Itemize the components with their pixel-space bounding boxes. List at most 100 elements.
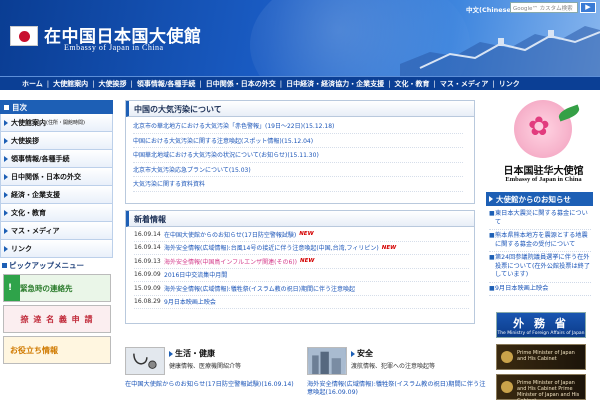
city-image xyxy=(307,347,347,375)
arrow-right-icon xyxy=(4,227,8,234)
news-date: 16.08.29 xyxy=(134,298,161,306)
sidebar-item-media[interactable]: マス・メディア xyxy=(0,222,113,240)
arrow-right-icon xyxy=(351,350,355,357)
sidebar-item-embassy-guide[interactable]: 大使館案内 (住所・開館時間) xyxy=(0,114,113,132)
news-row: 15.09.09 海外安全情報(広域情報):犠牲祭(イスラム教の祝日)期間に伴う注… xyxy=(134,282,469,296)
nav-item-economy[interactable]: 日中経済・経済協力・企業支援 xyxy=(286,79,384,89)
site-subtitle: Embassy of Japan in China xyxy=(64,43,164,52)
life-health-subtitle: 健康情報、医療機関紹介等 xyxy=(169,363,242,370)
list-item[interactable]: 中国における大気汚染に関する注意喚起(スポット情報)(15.12.04) xyxy=(133,134,463,148)
notices-list: ■ 東日本大震災に関する募金について ■ 熊本県熊本地方を震源とする地震に関する募金… xyxy=(486,206,593,296)
square-icon xyxy=(2,263,7,268)
news-row: 16.09.09 2016日中交流集中月間 xyxy=(134,269,469,282)
useful-info-banner[interactable]: お役立ち情報 xyxy=(3,336,111,364)
safety-link[interactable]: 海外安全情報(広域情報):犠牲祭(イスラム教の祝日)期間に伴う注意喚起(16.0… xyxy=(307,381,487,397)
life-health-title[interactable]: 生活・健康 xyxy=(169,348,215,359)
main-nav: ホーム | 大使館案内 | 大使挨拶 | 領事情報/各種手続 | 日中関係・日本の外交 |… xyxy=(0,76,600,90)
list-item[interactable]: ■ 第24回参議院議員選挙に伴う在外投票について(在外公館投票は終了しています) xyxy=(489,252,591,283)
search-button[interactable]: ▶ xyxy=(580,2,596,13)
mofa-banner[interactable]: 外 務 省 The Ministry of Foreign Affairs of… xyxy=(496,312,586,338)
news-date: 16.09.14 xyxy=(134,244,161,252)
list-item[interactable]: 北京市の華北地方における大気汚染「赤色警報」(19日～22日)(15.12.18… xyxy=(133,119,463,134)
news-row: 16.09.14 在中国大使館からのお知らせ(17日防空警報試験) NEW xyxy=(134,228,469,242)
list-item[interactable]: 大気汚染に関する資料資料 xyxy=(133,177,463,192)
prime-minister-banner[interactable]: Prime Minister of Japan and His Cabinet xyxy=(496,344,586,370)
air-pollution-panel: 中国の大気汚染について 北京市の華北地方における大気汚染「赤色警報」(19日～2… xyxy=(125,100,475,204)
news-date: 16.09.13 xyxy=(134,257,161,265)
life-health-link[interactable]: 在中国大使館からのお知らせ(17日防空警報試験)(16.09.14) xyxy=(125,381,305,389)
arrow-right-icon xyxy=(169,350,173,357)
news-link[interactable]: 海外安全情報(広域情報):犠牲祭(イスラム教の祝日)期間に伴う注意喚起 xyxy=(164,284,355,293)
air-pollution-title: 中国の大気汚染について xyxy=(126,101,474,117)
list-item[interactable]: ■ 熊本県熊本地方を震源とする地震に関する募金の受付について xyxy=(489,230,591,252)
nav-item-home[interactable]: ホーム xyxy=(22,79,43,89)
arrow-right-icon xyxy=(4,245,8,252)
air-pollution-list: 北京市の華北地方における大気汚染「赤色警報」(19日～22日)(15.12.18… xyxy=(126,117,474,192)
sidebar-item-culture[interactable]: 文化・教育 xyxy=(0,204,113,222)
nav-item-links[interactable]: リンク xyxy=(499,79,520,89)
arrow-right-icon xyxy=(4,209,8,216)
news-row: 16.09.13 海外安全情報(中国鳥インフルエンザ関連(その6)) NEW xyxy=(134,255,469,269)
list-item[interactable]: 中国華北地域における大気汚染の状況について(お知らせ)(15.11.30) xyxy=(133,148,463,163)
news-panel: 新着情報 16.09.14 在中国大使館からのお知らせ(17日防空警報試験) NEW… xyxy=(125,210,475,324)
sidebar-item-relations[interactable]: 日中関係・日本の外交 xyxy=(0,168,113,186)
news-link[interactable]: 海外安全情報(中国鳥インフルエンザ関連(その6)) xyxy=(164,257,297,266)
embassy-notices: 大使館からのお知らせ ■ 東日本大震災に関する募金について ■ 熊本県熊本地方を震源… xyxy=(486,192,593,296)
sidebar-item-economy[interactable]: 経済・企業支援 xyxy=(0,186,113,204)
arrow-right-icon xyxy=(4,137,8,144)
nav-item-culture[interactable]: 文化・教育 xyxy=(395,79,430,89)
notices-heading: 大使館からのお知らせ xyxy=(486,192,593,206)
news-link[interactable]: 9月日本映画上映会 xyxy=(164,297,216,306)
news-link[interactable]: 海外安全情報(広域情報):台風14号の接近に伴う注意喚起(中国,台湾,フィリピン… xyxy=(164,243,379,252)
news-link[interactable]: 2016日中交流集中月間 xyxy=(164,270,227,279)
list-item[interactable]: 北京市大気汚染応急プランについて(15.03) xyxy=(133,163,463,177)
paulownia-crest-icon xyxy=(501,381,513,393)
cherry-blossom-icon: ✿ xyxy=(528,112,550,142)
nav-item-embassy-guide[interactable]: 大使館案内 xyxy=(53,79,88,89)
left-sidebar: 目次 大使館案内 (住所・開館時間) 大使挨拶 領事情報/各種手続 日中関係・日本… xyxy=(0,100,113,364)
site-header: 在中国日本国大使館 Embassy of Japan in China 中文(C… xyxy=(0,0,600,76)
paulownia-crest-icon xyxy=(501,351,513,363)
chinese-language-link[interactable]: 中文(Chinese) xyxy=(466,4,514,14)
emblem-name: 日本国驻华大使馆 xyxy=(503,166,584,177)
emblem-name-en: Embassy of Japan in China xyxy=(505,176,582,183)
new-badge: NEW xyxy=(300,258,315,265)
sidebar-item-links[interactable]: リンク xyxy=(0,240,113,258)
news-title: 新着情報 xyxy=(126,211,474,227)
arrow-right-icon xyxy=(4,155,8,162)
sidebar-item-greeting[interactable]: 大使挨拶 xyxy=(0,132,113,150)
safety-subtitle: 渡航情報、犯罪への注意喚起等 xyxy=(351,363,436,370)
prime-minister-banner-2[interactable]: Prime Minister of Japan and His Cabinet … xyxy=(496,374,586,400)
nav-item-consular[interactable]: 領事情報/各種手続 xyxy=(137,79,196,89)
signature-application-banner[interactable]: 捺 逹 名 義 申 請 xyxy=(3,305,111,333)
arrow-right-icon xyxy=(4,173,8,180)
news-list: 16.09.14 在中国大使館からのお知らせ(17日防空警報試験) NEW 16.0… xyxy=(126,227,474,309)
embassy-emblem: ✿ 日本国驻华大使馆 Embassy of Japan in China xyxy=(496,100,591,190)
emergency-contact-banner[interactable]: 緊急時の連絡先 xyxy=(3,274,111,302)
news-row: 16.09.14 海外安全情報(広域情報):台風14号の接近に伴う注意喚起(中国,… xyxy=(134,242,469,255)
safety-title[interactable]: 安全 xyxy=(351,348,373,359)
stethoscope-image xyxy=(125,347,165,375)
square-icon xyxy=(4,104,9,110)
safety-section: 安全 渡航情報、犯罪への注意喚起等 海外安全情報(広域情報):犠牲祭(イスラム教… xyxy=(307,347,485,400)
list-item[interactable]: ■ 東日本大震災に関する募金について xyxy=(489,208,591,230)
japan-flag-icon xyxy=(10,26,38,46)
nav-item-relations[interactable]: 日中関係・日本の外交 xyxy=(206,79,276,89)
arrow-right-icon xyxy=(489,196,493,202)
news-row: 16.08.29 9月日本映画上映会 xyxy=(134,296,469,309)
new-badge: NEW xyxy=(299,231,314,238)
pickup-menu-heading: ピックアップメニュー xyxy=(0,260,113,271)
nav-item-ambassador-greeting[interactable]: 大使挨拶 xyxy=(99,79,127,89)
news-date: 16.09.14 xyxy=(134,230,161,238)
sidebar-heading: 目次 xyxy=(0,100,113,114)
nav-item-media[interactable]: マス・メディア xyxy=(440,79,489,89)
news-link[interactable]: 在中国大使館からのお知らせ(17日防空警報試験) xyxy=(164,230,296,239)
life-health-section: 生活・健康 健康情報、医療機関紹介等 在中国大使館からのお知らせ(17日防空警報… xyxy=(125,347,295,400)
new-badge: NEW xyxy=(381,244,397,251)
news-date: 16.09.09 xyxy=(134,271,161,279)
sidebar-item-consular[interactable]: 領事情報/各種手続 xyxy=(0,150,113,168)
news-date: 15.09.09 xyxy=(134,284,161,292)
list-item[interactable]: ■ 9月日本映画上映会 xyxy=(489,283,591,296)
arrow-right-icon xyxy=(4,191,8,198)
search-input[interactable]: Google™ カスタム検索 xyxy=(510,2,578,13)
